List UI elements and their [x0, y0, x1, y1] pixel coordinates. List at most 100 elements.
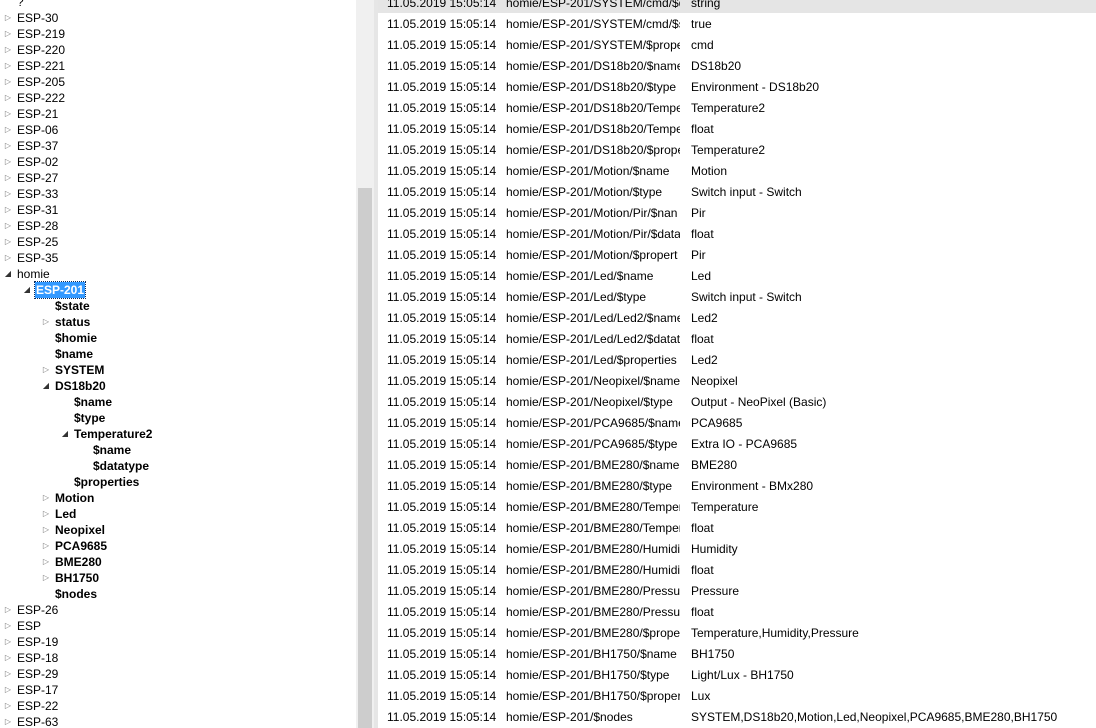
tree-node-label[interactable]: homie [16, 266, 51, 282]
tree-collapsed-icon[interactable]: ▷ [3, 90, 13, 106]
log-row[interactable]: 11.05.2019 15:05:14 homie/ESP-201/BME280/… [378, 602, 1096, 623]
tree-node-label[interactable]: ESP-06 [16, 122, 59, 138]
tree-node[interactable]: $properties [0, 474, 356, 490]
log-row[interactable]: 11.05.2019 15:05:14 homie/ESP-201/Led/Led… [378, 308, 1096, 329]
log-row[interactable]: 11.05.2019 15:05:14 homie/ESP-201/PCA9685… [378, 413, 1096, 434]
tree-collapsed-icon[interactable]: ▷ [3, 122, 13, 138]
tree-node-label[interactable]: Led [54, 506, 77, 522]
tree-node-label[interactable]: $name [73, 394, 113, 410]
tree-node[interactable]: ▷ ESP-29 [0, 666, 356, 682]
tree-collapsed-icon[interactable]: ▷ [3, 682, 13, 698]
log-row[interactable]: 11.05.2019 15:05:14 homie/ESP-201/DS18b20… [378, 140, 1096, 161]
tree-collapsed-icon[interactable]: ▷ [41, 506, 51, 522]
tree-node-label[interactable]: ESP-28 [16, 218, 59, 234]
log-row[interactable]: 11.05.2019 15:05:14 homie/ESP-201/BME280/… [378, 539, 1096, 560]
tree-node[interactable]: ▷ status [0, 314, 356, 330]
tree-node-label[interactable]: DS18b20 [54, 378, 107, 394]
tree-collapsed-icon[interactable]: ▷ [3, 186, 13, 202]
tree-node-label[interactable]: $homie [54, 330, 98, 346]
tree-node[interactable]: ▷ ESP-37 [0, 138, 356, 154]
tree-node-label[interactable]: ESP-30 [16, 10, 59, 26]
log-row[interactable]: 11.05.2019 15:05:14 homie/ESP-201/DS18b20… [378, 77, 1096, 98]
tree-expanded-icon[interactable]: ◢ [41, 378, 51, 394]
log-row[interactable]: 11.05.2019 15:05:14 homie/ESP-201/BME280/… [378, 476, 1096, 497]
log-row[interactable]: 11.05.2019 15:05:14 homie/ESP-201/Motion/… [378, 224, 1096, 245]
tree-collapsed-icon[interactable]: ▷ [3, 634, 13, 650]
tree-node[interactable]: ▷ ESP-33 [0, 186, 356, 202]
tree-collapsed-icon[interactable]: ▷ [3, 10, 13, 26]
tree-node-label[interactable]: ESP-220 [16, 42, 66, 58]
log-row[interactable]: 11.05.2019 15:05:14 homie/ESP-201/DS18b20… [378, 98, 1096, 119]
tree-node[interactable]: ▷ BH1750 [0, 570, 356, 586]
tree-node[interactable]: ▷ ESP-02 [0, 154, 356, 170]
log-row[interactable]: 11.05.2019 15:05:14 homie/ESP-201/Neopixe… [378, 371, 1096, 392]
tree-node[interactable]: ▷ ESP-220 [0, 42, 356, 58]
tree-node-label[interactable]: ESP-22 [16, 698, 59, 714]
tree-node-label[interactable]: ESP-26 [16, 602, 59, 618]
tree-node-label[interactable]: ESP-02 [16, 154, 59, 170]
tree-node[interactable]: ▷ ESP-25 [0, 234, 356, 250]
tree-node[interactable]: $type [0, 410, 356, 426]
tree-node-label[interactable]: ESP [16, 618, 42, 634]
tree-node[interactable]: ▷ BME280 [0, 554, 356, 570]
tree-node-label[interactable]: PCA9685 [54, 538, 108, 554]
log-row[interactable]: 11.05.2019 15:05:14 homie/ESP-201/BH1750/… [378, 644, 1096, 665]
tree-collapsed-icon[interactable]: ▷ [3, 26, 13, 42]
tree-node-label[interactable]: $name [54, 346, 94, 362]
log-row[interactable]: 11.05.2019 15:05:14 homie/ESP-201/SYSTEM/… [378, 35, 1096, 56]
log-row[interactable]: 11.05.2019 15:05:14 homie/ESP-201/PCA9685… [378, 434, 1096, 455]
tree-node-label[interactable]: ESP-37 [16, 138, 59, 154]
log-row[interactable]: 11.05.2019 15:05:14 homie/ESP-201/Motion/… [378, 161, 1096, 182]
tree-node[interactable]: ▷ ESP-26 [0, 602, 356, 618]
tree-node[interactable]: ? [0, 0, 356, 10]
tree-node-label[interactable]: status [54, 314, 91, 330]
log-row[interactable]: 11.05.2019 15:05:14 homie/ESP-201/Motion/… [378, 245, 1096, 266]
tree-collapsed-icon[interactable]: ▷ [3, 650, 13, 666]
tree-node-label[interactable]: ESP-222 [16, 90, 66, 106]
tree-collapsed-icon[interactable]: ▷ [41, 554, 51, 570]
log-row[interactable]: 11.05.2019 15:05:14 homie/ESP-201/BME280/… [378, 623, 1096, 644]
tree-node[interactable]: ▷ ESP-221 [0, 58, 356, 74]
tree-node[interactable]: ◢ homie [0, 266, 356, 282]
tree-node[interactable]: ▷ ESP-35 [0, 250, 356, 266]
log-row[interactable]: 11.05.2019 15:05:14 homie/ESP-201/BME280/… [378, 581, 1096, 602]
tree-collapsed-icon[interactable]: ▷ [3, 666, 13, 682]
tree-node[interactable]: ◢ DS18b20 [0, 378, 356, 394]
tree-node-label[interactable]: ESP-35 [16, 250, 59, 266]
tree-expanded-icon[interactable]: ◢ [22, 282, 32, 298]
tree-node-label[interactable]: $type [73, 410, 106, 426]
tree-node-label[interactable]: BH1750 [54, 570, 100, 586]
tree-node[interactable]: $nodes [0, 586, 356, 602]
tree-scrollbar-thumb[interactable] [358, 188, 372, 728]
log-row[interactable]: 11.05.2019 15:05:14 homie/ESP-201/Neopixe… [378, 392, 1096, 413]
tree-collapsed-icon[interactable]: ▷ [3, 154, 13, 170]
tree-node[interactable]: ▷ SYSTEM [0, 362, 356, 378]
tree-node[interactable]: ▷ ESP [0, 618, 356, 634]
tree-collapsed-icon[interactable]: ▷ [3, 250, 13, 266]
tree-node[interactable]: $name [0, 346, 356, 362]
tree-collapsed-icon[interactable]: ▷ [41, 538, 51, 554]
tree-node-label[interactable]: ESP-219 [16, 26, 66, 42]
tree-node[interactable]: $state [0, 298, 356, 314]
log-row[interactable]: 11.05.2019 15:05:14 homie/ESP-201/SYSTEM/… [378, 14, 1096, 35]
tree-node[interactable]: ▷ ESP-06 [0, 122, 356, 138]
tree-collapsed-icon[interactable]: ▷ [3, 714, 13, 728]
tree-node[interactable]: ▷ ESP-205 [0, 74, 356, 90]
tree-node-label[interactable]: Temperature2 [73, 426, 153, 442]
log-row[interactable]: 11.05.2019 15:05:14 homie/ESP-201/Led/$na… [378, 266, 1096, 287]
tree-node[interactable]: ▷ ESP-17 [0, 682, 356, 698]
tree-node[interactable]: ▷ ESP-18 [0, 650, 356, 666]
log-row[interactable]: 11.05.2019 15:05:14 homie/ESP-201/BME280/… [378, 560, 1096, 581]
tree-node-label[interactable]: Motion [54, 490, 95, 506]
tree-node-label[interactable]: ESP-31 [16, 202, 59, 218]
tree-node[interactable]: ▷ Led [0, 506, 356, 522]
log-row[interactable]: 11.05.2019 15:05:14 homie/ESP-201/BME280/… [378, 497, 1096, 518]
tree-collapsed-icon[interactable]: ▷ [3, 58, 13, 74]
tree-collapsed-icon[interactable]: ▷ [3, 602, 13, 618]
log-row[interactable]: 11.05.2019 15:05:14 homie/ESP-201/DS18b20… [378, 119, 1096, 140]
tree-node-label[interactable]: BME280 [54, 554, 103, 570]
tree-node-label[interactable]: $properties [73, 474, 140, 490]
tree-node[interactable]: $datatype [0, 458, 356, 474]
tree-node-label[interactable]: Neopixel [54, 522, 106, 538]
tree-node[interactable]: ▷ ESP-22 [0, 698, 356, 714]
